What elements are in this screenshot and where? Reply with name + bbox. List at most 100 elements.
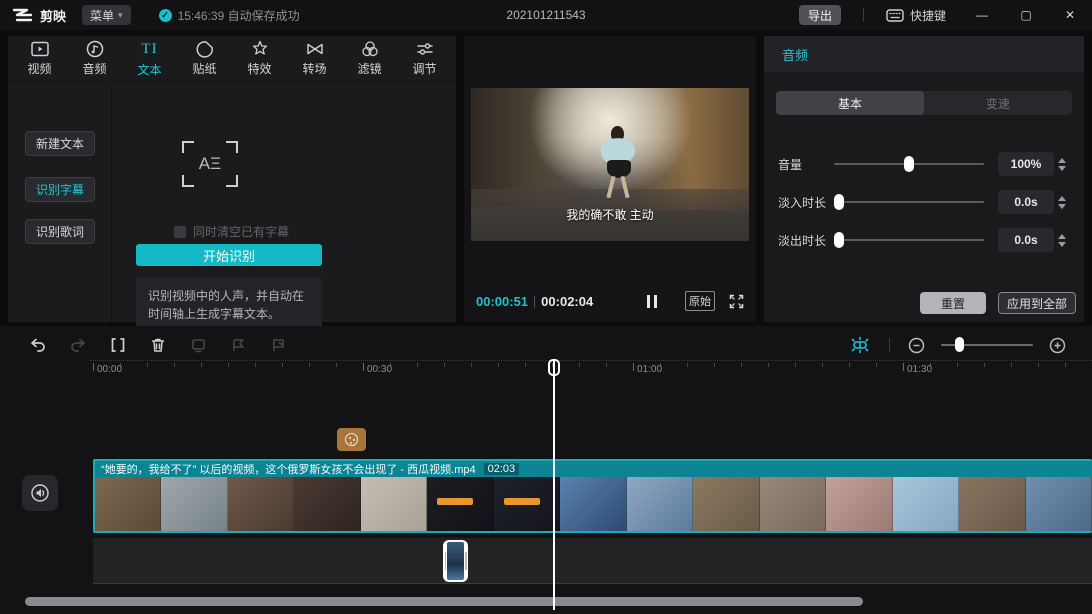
app-window: 剪映 菜单 ▾ ✓ 15:46:39 自动保存成功 202101211543 导… (0, 0, 1092, 614)
volume-value[interactable]: 100% (998, 152, 1054, 176)
clip-thumbnail (294, 477, 360, 531)
split-button[interactable] (98, 332, 138, 358)
apply-to-all-button[interactable]: 应用到全部 (998, 292, 1076, 314)
tab-video[interactable]: 视频 (12, 37, 67, 81)
playhead-line[interactable] (553, 360, 555, 610)
pause-button[interactable] (647, 295, 657, 308)
sticker-clip[interactable] (337, 428, 366, 451)
reset-button[interactable]: 重置 (920, 292, 986, 314)
adjust-icon (415, 40, 435, 58)
recognize-lyrics-button[interactable]: 识别歌词 (25, 219, 95, 244)
maximize-button[interactable]: ▢ (1004, 0, 1048, 30)
tab-adjust[interactable]: 调节 (397, 37, 452, 81)
playhead-handle[interactable] (548, 359, 560, 376)
selected-small-clip[interactable] (443, 540, 468, 582)
tab-basic[interactable]: 基本 (776, 91, 924, 115)
keyboard-icon (886, 9, 904, 22)
tab-filter[interactable]: 滤镜 (342, 37, 397, 81)
effects-icon (250, 40, 270, 58)
menu-button[interactable]: 菜单 ▾ (82, 5, 131, 25)
fade-out-label: 淡出时长 (778, 232, 834, 249)
tab-sticker[interactable]: 贴纸 (177, 37, 232, 81)
jianying-logo-icon (12, 7, 34, 23)
video-frame[interactable]: 我的确不敢 主动 (471, 88, 749, 241)
timeline-zoom-slider[interactable] (941, 344, 1033, 346)
zoom-in-icon[interactable] (1049, 337, 1066, 354)
fade-out-stepper[interactable] (1054, 228, 1070, 252)
undo-button[interactable] (18, 332, 58, 358)
tab-label: 特效 (247, 60, 271, 77)
fade-in-value[interactable]: 0.0s (998, 190, 1054, 214)
slider-handle[interactable] (834, 194, 844, 210)
ruler-tick (984, 363, 985, 367)
ruler-time-label: 01:30 (907, 364, 932, 375)
ruler-tick (903, 363, 904, 371)
volume-slider[interactable] (834, 163, 984, 165)
autosave-text: 15:46:39 自动保存成功 (178, 7, 300, 24)
divider (863, 8, 864, 22)
ruler-tick (417, 363, 418, 367)
ruler-tick (444, 363, 445, 367)
tab-text[interactable]: TI 文本 (122, 37, 177, 81)
clip-header: “她要的，我给不了” 以后的视频，这个俄罗斯女孩不会出现了 - 西瓜视频.mp4… (95, 461, 1092, 477)
original-ratio-button[interactable]: 原始 (685, 291, 715, 311)
fade-out-slider[interactable] (834, 239, 984, 241)
close-button[interactable]: ✕ (1048, 0, 1092, 30)
volume-stepper[interactable] (1054, 152, 1070, 176)
fullscreen-icon[interactable] (729, 294, 744, 309)
check-icon: ✓ (159, 9, 172, 22)
preview-panel: 我的确不敢 主动 00:00:51 | 00:02:04 原始 (464, 36, 756, 322)
tab-label: 音频 (82, 60, 106, 77)
fade-in-stepper[interactable] (1054, 190, 1070, 214)
ruler-tick (687, 363, 688, 367)
slider-handle[interactable] (904, 156, 914, 172)
fade-out-value[interactable]: 0.0s (998, 228, 1054, 252)
start-recognition-button[interactable]: 开始识别 (136, 244, 322, 266)
recognize-subtitle-button[interactable]: 识别字幕 (25, 177, 95, 202)
minimize-button[interactable]: — (960, 0, 1004, 30)
freeze-frame-button[interactable] (178, 332, 218, 358)
shortcuts-label: 快捷键 (910, 7, 946, 24)
ruler-tick (714, 363, 715, 367)
tab-transition[interactable]: 转场 (287, 37, 342, 81)
tab-label: 转场 (302, 60, 326, 77)
text-icon: TI (141, 39, 157, 59)
new-text-button[interactable]: 新建文本 (25, 131, 95, 156)
slider-handle[interactable] (834, 232, 844, 248)
ruler-time-label: 00:30 (367, 364, 392, 375)
auto-snap-icon[interactable] (849, 336, 871, 354)
ruler-tick (822, 363, 823, 367)
menu-label: 菜单 (90, 7, 114, 24)
checkbox-icon[interactable] (174, 226, 186, 238)
audio-panel-title: 音频 (782, 45, 808, 64)
reverse-button[interactable] (218, 332, 258, 358)
mirror-button[interactable] (258, 332, 298, 358)
tab-audio[interactable]: 音频 (67, 37, 122, 81)
ruler-tick (471, 363, 472, 367)
timeline-toolbar (0, 330, 1092, 360)
tab-effects[interactable]: 特效 (232, 37, 287, 81)
horizontal-scrollbar[interactable] (25, 597, 863, 606)
ruler-tick (255, 363, 256, 367)
fade-in-slider[interactable] (834, 201, 984, 203)
track-mute-button[interactable] (22, 475, 58, 511)
secondary-track[interactable] (93, 538, 1092, 584)
zoom-slider-handle[interactable] (955, 337, 964, 352)
zoom-out-icon[interactable] (908, 337, 925, 354)
clip-thumbnail (161, 477, 227, 531)
autosave-status: ✓ 15:46:39 自动保存成功 (159, 7, 300, 24)
tab-speed[interactable]: 变速 (924, 91, 1072, 115)
sticker-icon (345, 433, 358, 446)
timeline-ruler[interactable]: 00:0000:3001:0001:30 (90, 360, 1092, 378)
redo-button[interactable] (58, 332, 98, 358)
volume-label: 音量 (778, 156, 834, 173)
clip-thumbnail (1026, 477, 1092, 531)
ruler-tick (795, 363, 796, 367)
video-clip[interactable]: “她要的，我给不了” 以后的视频，这个俄罗斯女孩不会出现了 - 西瓜视频.mp4… (93, 459, 1092, 533)
chevron-down-icon: ▾ (118, 10, 123, 21)
delete-button[interactable] (138, 332, 178, 358)
export-button[interactable]: 导出 (799, 5, 841, 25)
shortcuts-button[interactable]: 快捷键 (886, 7, 946, 24)
clear-existing-checkbox-row[interactable]: 同时清空已有字幕 (174, 223, 289, 240)
audio-tab-bar: 基本 变速 (776, 91, 1072, 115)
